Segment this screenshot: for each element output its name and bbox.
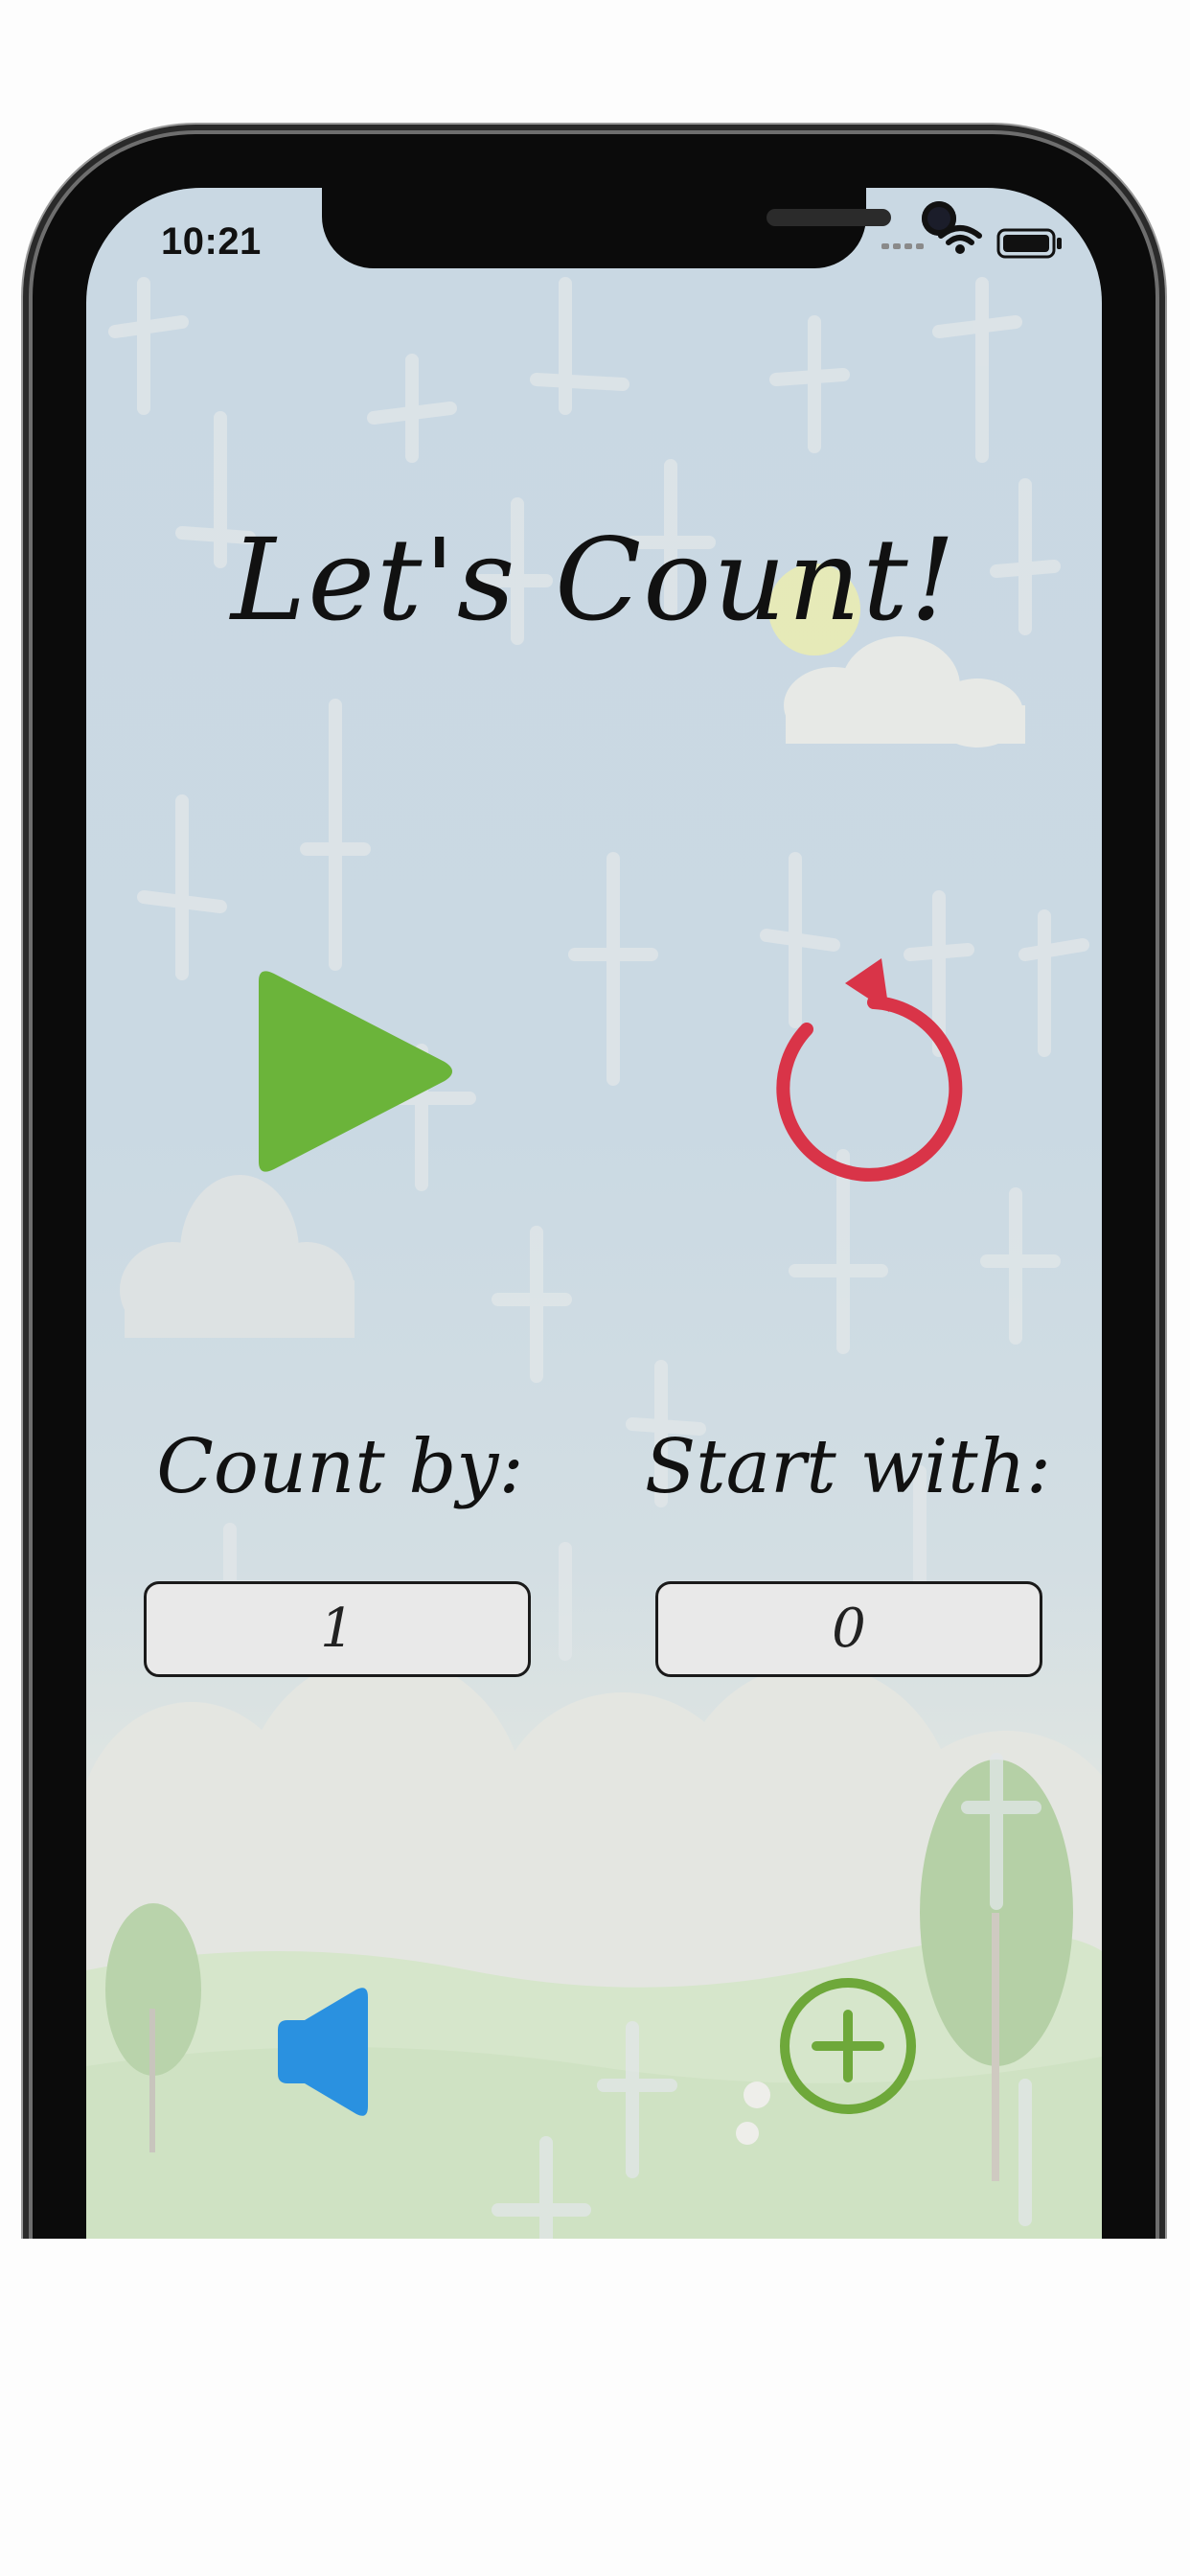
page-title: Let's Count! [230,514,958,646]
silent-switch [21,498,31,585]
volume-up-button [21,661,31,834]
add-button[interactable] [776,1974,920,2118]
start-with-label: Start with: [644,1424,1052,1510]
reset-button[interactable] [738,945,968,1194]
wifi-icon [938,225,982,254]
cellular-signal-icon [881,243,924,249]
camera-notch [322,188,956,268]
plus-circle-icon [780,1978,916,2114]
earpiece-speaker [767,209,891,226]
status-time: 10:21 [161,220,262,263]
count-by-label: Count by: [156,1424,524,1510]
count-by-field[interactable]: 1 [144,1581,531,1677]
battery-icon [996,228,1062,259]
cloud-icon [120,1175,355,1338]
reset-icon [776,958,963,1182]
start-with-field[interactable]: 0 [655,1581,1042,1677]
app-screen: 10:21 Let's Count! Count by: Start with:… [86,188,1102,2411]
volume-down-button [21,882,31,1054]
play-icon [259,971,452,1172]
power-button [1157,719,1167,987]
device-screenshot: 10:21 Let's Count! Count by: Start with:… [0,0,1190,2576]
play-button[interactable] [240,964,469,1194]
status-indicators [881,225,1062,259]
screenshot-bottom-margin [0,2239,1190,2576]
speaker-icon [278,1988,368,2116]
sound-button[interactable] [268,1980,383,2124]
